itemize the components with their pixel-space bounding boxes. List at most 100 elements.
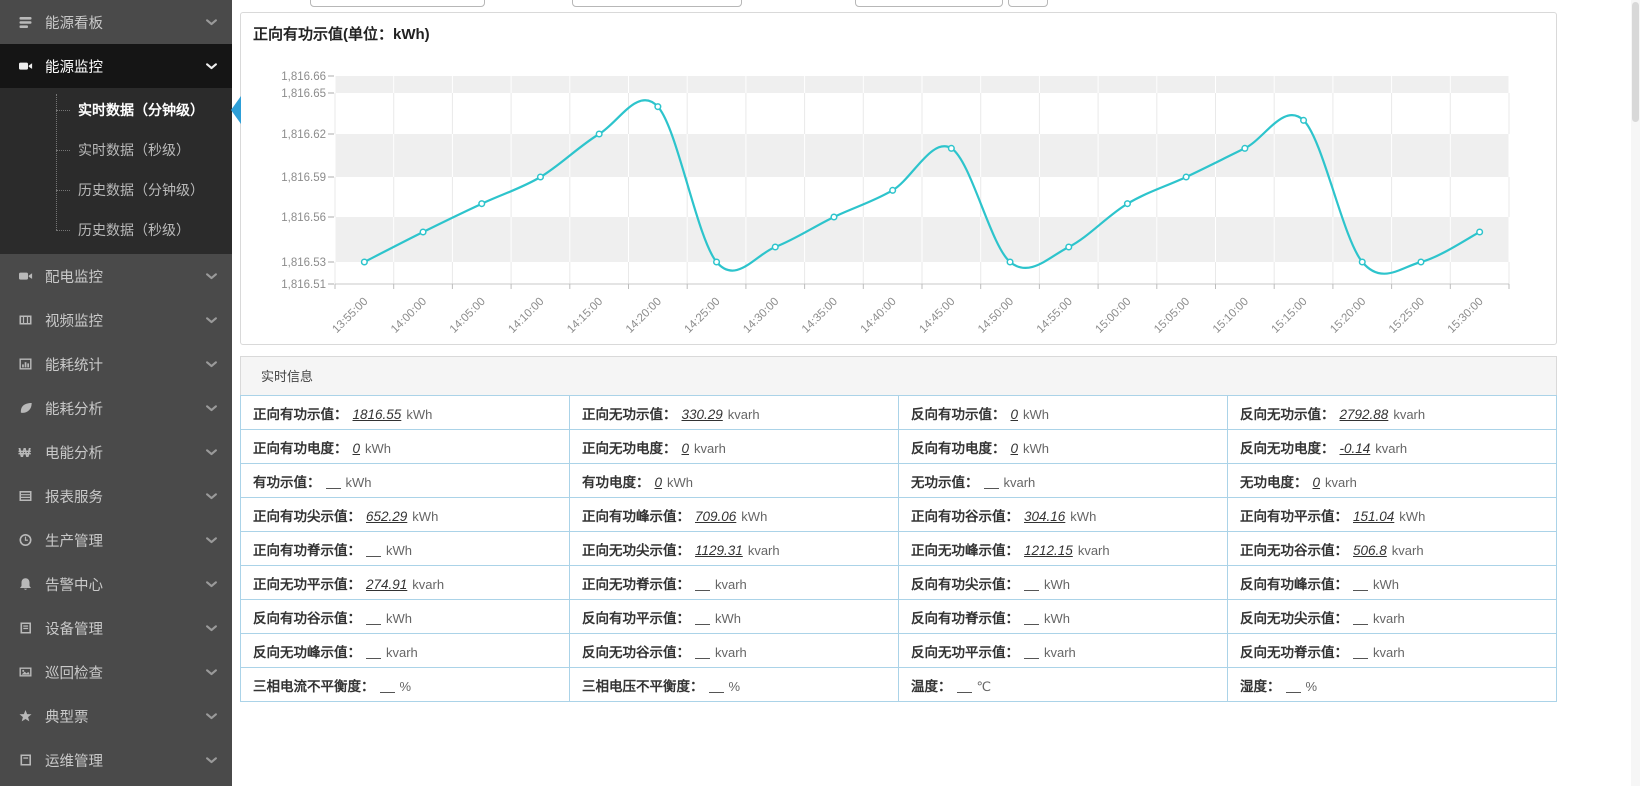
vertical-scrollbar[interactable] [1631, 0, 1640, 786]
cell-unit: kWh [386, 611, 412, 626]
cell-value[interactable]: 1816.55 [353, 407, 402, 422]
cell-value[interactable]: 1129.31 [695, 543, 743, 558]
cell-value[interactable]: 0 [682, 441, 690, 456]
sidebar-subitem-2[interactable]: 实时数据（秒级） [0, 130, 232, 170]
sidebar-item-label: 典型票 [45, 706, 89, 727]
cell-value[interactable] [1353, 611, 1368, 625]
cell-value[interactable]: 0 [353, 441, 361, 456]
sidebar-item-10[interactable]: 告警中心 [0, 562, 232, 606]
info-cell: 正向有功示值：1816.55kWh [241, 396, 570, 430]
sidebar-item-11[interactable]: 设备管理 [0, 606, 232, 650]
cell-unit: kvarh [715, 577, 747, 592]
cell-unit: kvarh [1392, 543, 1424, 558]
info-cell: 反向有功电度：0kWh [899, 430, 1228, 464]
cell-label: 反向有功脊示值： [911, 611, 1019, 626]
sidebar-item-4[interactable]: 视频监控 [0, 298, 232, 342]
cell-value[interactable]: 0 [1313, 475, 1321, 490]
cell-label: 正向无功示值： [582, 407, 677, 422]
cell-value[interactable]: 652.29 [366, 509, 407, 524]
cell-value[interactable] [326, 475, 341, 489]
cell-value[interactable] [366, 611, 381, 625]
leaf-icon [18, 401, 34, 415]
sidebar-item-8[interactable]: 报表服务 [0, 474, 232, 518]
cell-unit: kWh [365, 441, 391, 456]
filter-input-3[interactable] [855, 0, 1003, 7]
cell-value[interactable] [1024, 611, 1039, 625]
sidebar-item-6[interactable]: 能耗分析 [0, 386, 232, 430]
sidebar-item-label: 能耗统计 [45, 354, 103, 375]
sidebar-subitem-1[interactable]: 实时数据（分钟级） [0, 90, 232, 130]
sidebar-item-1[interactable]: 能源看板 [0, 0, 232, 44]
info-cell: 反向有功峰示值：kWh [1228, 566, 1557, 600]
filter-input-2[interactable] [572, 0, 742, 7]
sidebar-item-12[interactable]: 巡回检查 [0, 650, 232, 694]
cell-label: 正向有功尖示值： [253, 509, 361, 524]
table-row: 三相电流不平衡度：%三相电压不平衡度：%温度：℃湿度：% [241, 668, 1557, 702]
cell-value[interactable] [695, 611, 710, 625]
active-item-marker [231, 96, 241, 124]
info-cell: 无功示值：kvarh [899, 464, 1228, 498]
cell-value[interactable] [984, 475, 999, 489]
sidebar-item-5[interactable]: 能耗统计 [0, 342, 232, 386]
sidebar-subitem-4[interactable]: 历史数据（秒级） [0, 210, 232, 250]
cell-label: 三相电压不平衡度： [582, 679, 704, 694]
cell-value[interactable]: 0 [655, 475, 663, 490]
book-icon [18, 621, 34, 635]
sidebar-item-13[interactable]: 典型票 [0, 694, 232, 738]
sidebar-subitem-3[interactable]: 历史数据（分钟级） [0, 170, 232, 210]
cell-label: 正向无功脊示值： [582, 577, 690, 592]
cell-value[interactable] [366, 645, 381, 659]
cell-value[interactable] [695, 577, 710, 591]
svg-text:14:55:00: 14:55:00 [1035, 296, 1075, 336]
cell-value[interactable]: 304.16 [1024, 509, 1065, 524]
cell-value[interactable] [380, 679, 395, 693]
cell-value[interactable] [1353, 645, 1368, 659]
info-cell: 有功示值：kWh [241, 464, 570, 498]
cell-value[interactable]: 1212.15 [1024, 543, 1073, 558]
cell-value[interactable]: 330.29 [682, 407, 723, 422]
cell-value[interactable]: 506.8 [1353, 543, 1387, 558]
cell-value[interactable] [1024, 645, 1039, 659]
sidebar-item-3[interactable]: 配电监控 [0, 254, 232, 298]
cell-label: 反向有功谷示值： [253, 611, 361, 626]
table-row: 正向有功示值：1816.55kWh正向无功示值：330.29kvarh反向有功示… [241, 396, 1557, 430]
cell-value[interactable] [366, 543, 381, 557]
cell-label: 反向无功示值： [1240, 407, 1335, 422]
scrollbar-thumb[interactable] [1632, 2, 1639, 122]
cell-unit: kWh [386, 543, 412, 558]
cell-value[interactable] [1353, 577, 1368, 591]
cell-value[interactable]: 0 [1011, 407, 1019, 422]
report-icon [18, 489, 34, 503]
sidebar-item-9[interactable]: 生产管理 [0, 518, 232, 562]
cell-unit: % [1306, 679, 1318, 694]
cell-unit: kWh [1023, 441, 1049, 456]
info-cell: 反向无功峰示值：kvarh [241, 634, 570, 668]
svg-text:14:00:00: 14:00:00 [389, 296, 429, 336]
sidebar-item-2[interactable]: 能源监控 [0, 44, 232, 88]
cell-value[interactable] [709, 679, 724, 693]
cell-value[interactable] [695, 645, 710, 659]
info-cell: 正向有功脊示值：kWh [241, 532, 570, 566]
cell-value[interactable]: -0.14 [1340, 441, 1371, 456]
svg-text:14:05:00: 14:05:00 [448, 296, 488, 336]
cell-value[interactable]: 151.04 [1353, 509, 1394, 524]
cell-value[interactable]: 0 [1011, 441, 1019, 456]
info-cell: 正向无功示值：330.29kvarh [570, 396, 899, 430]
cell-value[interactable]: 709.06 [695, 509, 736, 524]
bell-icon [18, 577, 34, 591]
cell-value[interactable]: 2792.88 [1340, 407, 1389, 422]
filter-input-1[interactable] [310, 0, 485, 7]
cell-unit: kvarh [1325, 475, 1357, 490]
svg-text:1,816.53: 1,816.53 [281, 257, 326, 269]
sidebar-item-7[interactable]: ₩电能分析 [0, 430, 232, 474]
cell-value[interactable] [957, 679, 972, 693]
query-button[interactable] [1008, 0, 1048, 7]
sidebar-item-14[interactable]: 运维管理 [0, 738, 232, 782]
cell-value[interactable] [1024, 577, 1039, 591]
svg-text:15:30:00: 15:30:00 [1446, 296, 1486, 336]
cell-unit: kWh [1044, 611, 1070, 626]
cell-value[interactable]: 274.91 [366, 577, 407, 592]
cell-value[interactable] [1286, 679, 1301, 693]
info-cell: 正向无功脊示值： kvarh [570, 566, 899, 600]
table-row: 反向无功峰示值：kvarh反向无功谷示值：kvarh反向无功平示值：kvarh反… [241, 634, 1557, 668]
